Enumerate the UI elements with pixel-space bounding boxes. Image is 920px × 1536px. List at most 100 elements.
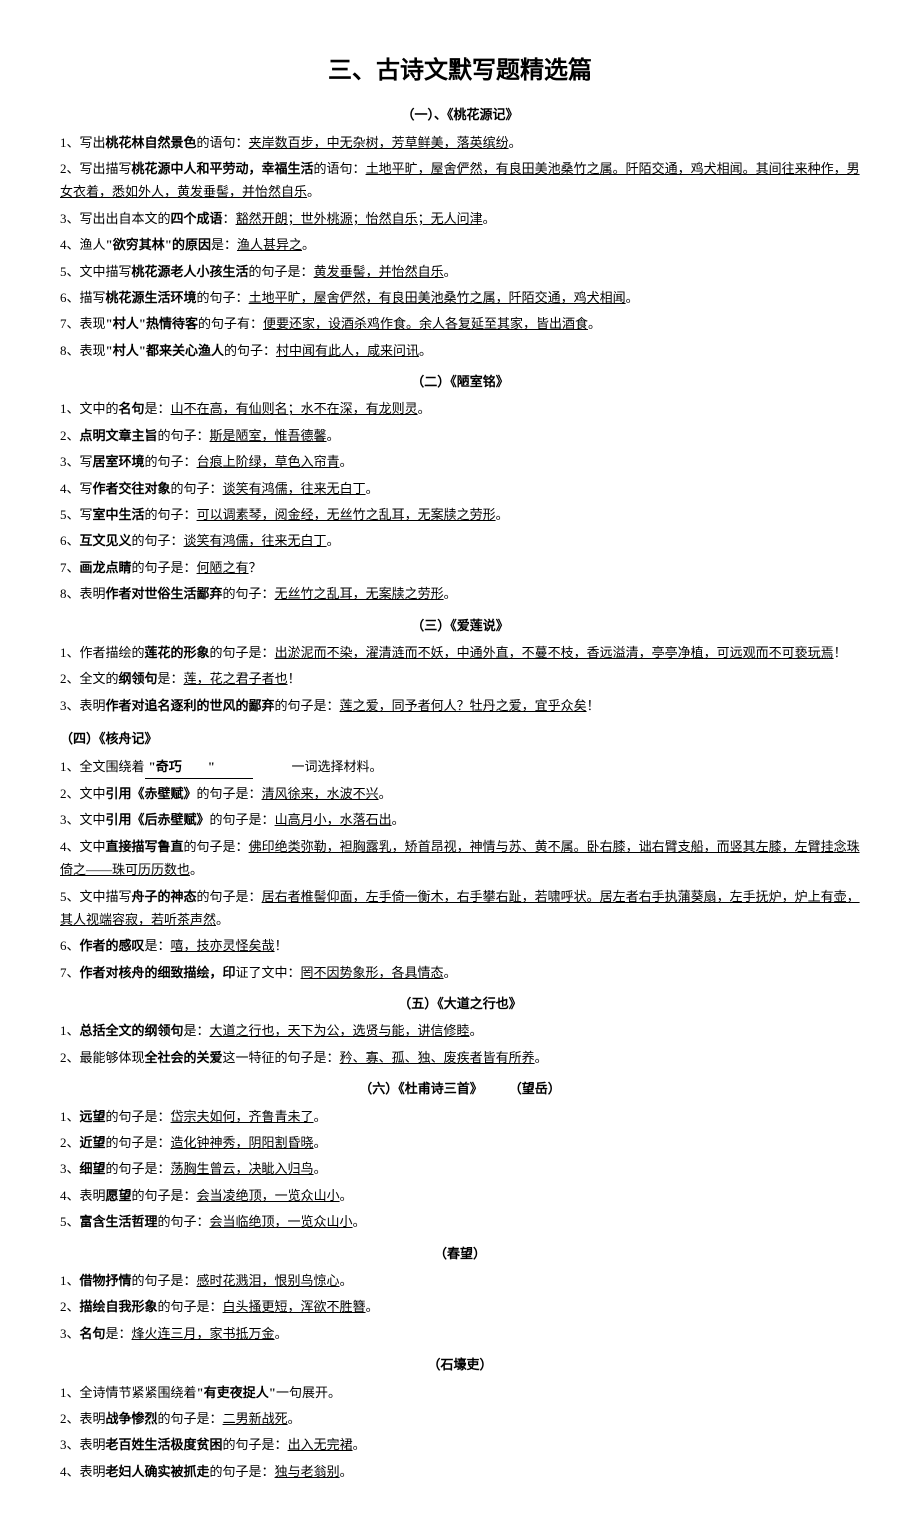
section-heading: （五）《大道之行也》 bbox=[60, 992, 860, 1015]
item-post: 。 bbox=[470, 1023, 483, 1038]
item-post: ！ bbox=[275, 938, 288, 953]
question-line: 2、点明文章主旨的句子：斯是陋室，惟吾德馨。 bbox=[60, 424, 860, 447]
answer-underline: 可以调素琴，阅金经，无丝竹之乱耳，无案牍之劳形 bbox=[197, 507, 496, 522]
item-post: 。 bbox=[340, 454, 353, 469]
item-post: 。 bbox=[444, 965, 457, 980]
item-mid: 的句子： bbox=[223, 586, 275, 601]
answer-underline: 独与老翁别 bbox=[275, 1464, 340, 1479]
answer-underline: 出入无完裙 bbox=[288, 1437, 353, 1452]
item-post: ？ bbox=[249, 560, 262, 575]
item-prefix: 文中 bbox=[80, 812, 106, 827]
item-number: 2、 bbox=[60, 1411, 80, 1426]
item-prefix: 表现 bbox=[80, 316, 106, 331]
answer-underline: 感时花溅泪，恨别鸟惊心 bbox=[197, 1273, 340, 1288]
answer-underline: 土地平旷，屋舍俨然，有良田美池桑竹之属，阡陌交通，鸡犬相闻 bbox=[249, 290, 626, 305]
item-mid: 的句子是： bbox=[197, 786, 262, 801]
item-number: 3、 bbox=[60, 812, 80, 827]
item-number: 4、 bbox=[60, 839, 80, 854]
item-bold: 画龙点睛 bbox=[80, 560, 132, 575]
item-post: ！ bbox=[288, 671, 301, 686]
item-bold: 远望 bbox=[80, 1109, 106, 1124]
item-prefix: 表明 bbox=[80, 586, 106, 601]
item-number: 5、 bbox=[60, 889, 80, 904]
item-prefix: 最能够体现 bbox=[80, 1050, 145, 1065]
answer-underline: 会当凌绝顶，一览众山小 bbox=[197, 1188, 340, 1203]
item-prefix: 文中描写 bbox=[80, 889, 132, 904]
item-mid: 的句子是： bbox=[197, 889, 262, 904]
item-prefix: 表明 bbox=[80, 1464, 106, 1479]
question-line: 4、渔人"欲穷其林"的原因是：渔人甚异之。 bbox=[60, 233, 860, 256]
item-post: 。 bbox=[626, 290, 639, 305]
item-number: 5、 bbox=[60, 1214, 80, 1229]
item-mid: 是： bbox=[184, 1023, 210, 1038]
item-prefix: 写 bbox=[80, 507, 93, 522]
item-number: 1、 bbox=[60, 1023, 80, 1038]
answer-underline: 谈笑有鸿儒，往来无白丁 bbox=[223, 481, 366, 496]
item-number: 8、 bbox=[60, 343, 80, 358]
item-text: 一句展开。 bbox=[276, 1385, 341, 1400]
item-number: 1、 bbox=[60, 401, 80, 416]
answer-underline: 山不在高，有仙则名；水不在深，有龙则灵 bbox=[171, 401, 418, 416]
question-line: 2、全文的纲领句是：莲，花之君子者也！ bbox=[60, 667, 860, 690]
item-post: 。 bbox=[302, 237, 315, 252]
section-heading: （四）《核舟记》 bbox=[60, 727, 860, 750]
answer-underline: 何陋之有 bbox=[197, 560, 249, 575]
item-bold: 作者的感叹 bbox=[80, 938, 145, 953]
answer-underline: 夹岸数百步，中无杂树，芳草鲜美，落英缤纷 bbox=[249, 135, 509, 150]
question-line: 3、写居室环境的句子：台痕上阶绿，草色入帘青。 bbox=[60, 450, 860, 473]
item-number: 3、 bbox=[60, 1437, 80, 1452]
item-mid: 的句子： bbox=[132, 533, 184, 548]
page-title: 三、古诗文默写题精选篇 bbox=[60, 50, 860, 93]
item-prefix: 表明 bbox=[80, 1411, 106, 1426]
answer-underline: 豁然开朗；世外桃源；怡然自乐；无人问津 bbox=[236, 211, 483, 226]
item-prefix: 文中 bbox=[80, 786, 106, 801]
item-bold: 室中生活 bbox=[93, 507, 145, 522]
item-bold: "有吏夜捉人" bbox=[197, 1385, 276, 1400]
item-prefix: 表明 bbox=[80, 698, 106, 713]
question-line: 7、作者对核舟的细致描绘，印证了文中：罔不因势象形，各具情态。 bbox=[60, 961, 860, 984]
item-post: 。 bbox=[190, 862, 203, 877]
item-post: 。 bbox=[340, 1188, 353, 1203]
question-line: 5、写室中生活的句子：可以调素琴，阅金经，无丝竹之乱耳，无案牍之劳形。 bbox=[60, 503, 860, 526]
item-bold: 居室环境 bbox=[93, 454, 145, 469]
item-bold: 借物抒情 bbox=[80, 1273, 132, 1288]
item-bold: 作者对追名逐利的世风的鄙弃 bbox=[106, 698, 275, 713]
answer-underline: 山高月小，水落石出 bbox=[275, 812, 392, 827]
item-number: 3、 bbox=[60, 1161, 80, 1176]
item-post: 。 bbox=[275, 1326, 288, 1341]
question-line: 7、表现"村人"热情待客的句子有：便要还家，设酒杀鸡作食。余人各复延至其家，皆出… bbox=[60, 312, 860, 335]
question-line: 2、最能够体现全社会的关爱这一特征的句子是：矜、寡、孤、独、废疾者皆有所养。 bbox=[60, 1046, 860, 1069]
item-mid: 的句子是： bbox=[132, 1188, 197, 1203]
content-body: （一）、《桃花源记》1、写出桃花林自然景色的语句：夹岸数百步，中无杂树，芳草鲜美… bbox=[60, 103, 860, 1483]
answer-underline: 清风徐来，水波不兴 bbox=[262, 786, 379, 801]
item-post: 。 bbox=[216, 912, 229, 927]
item-post: 。 bbox=[444, 264, 457, 279]
item-bold: 四个成语 bbox=[171, 211, 223, 226]
answer-underline: 烽火连三月，家书抵万金 bbox=[132, 1326, 275, 1341]
item-prefix: 写 bbox=[80, 481, 93, 496]
item-bold: 名句 bbox=[80, 1326, 106, 1341]
item-number: 6、 bbox=[60, 533, 80, 548]
item-post: 。 bbox=[418, 401, 431, 416]
answer-underline: 斯是陋室，惟吾德馨 bbox=[210, 428, 327, 443]
question-line: 2、文中引用《赤壁赋》的句子是：清风徐来，水波不兴。 bbox=[60, 782, 860, 805]
item-bold: 作者对世俗生活鄙弃 bbox=[106, 586, 223, 601]
item-number: 4、 bbox=[60, 237, 80, 252]
item-mid: 的语句： bbox=[197, 135, 249, 150]
item-post: 。 bbox=[588, 316, 601, 331]
item-mid: 的句子是： bbox=[210, 645, 275, 660]
item-mid: 的句子： bbox=[197, 290, 249, 305]
answer-underline: 无丝竹之乱耳，无案牍之劳形 bbox=[275, 586, 444, 601]
question-line: 3、名句是：烽火连三月，家书抵万金。 bbox=[60, 1322, 860, 1345]
item-mid: 的句子是： bbox=[106, 1109, 171, 1124]
item-prefix: 文中的 bbox=[80, 401, 119, 416]
answer-underline: 村中闻有此人，咸来问讯 bbox=[276, 343, 419, 358]
item-number: 1、 bbox=[60, 1273, 80, 1288]
item-bold: 互文见义 bbox=[80, 533, 132, 548]
item-mid: 是： bbox=[211, 237, 237, 252]
question-line: 3、写出出自本文的四个成语：豁然开朗；世外桃源；怡然自乐；无人问津。 bbox=[60, 207, 860, 230]
item-bold: 作者交往对象 bbox=[93, 481, 171, 496]
answer-underline: 罔不因势象形，各具情态 bbox=[301, 965, 444, 980]
item-bold: 莲花的形象 bbox=[145, 645, 210, 660]
item-post: 。 bbox=[314, 1135, 327, 1150]
